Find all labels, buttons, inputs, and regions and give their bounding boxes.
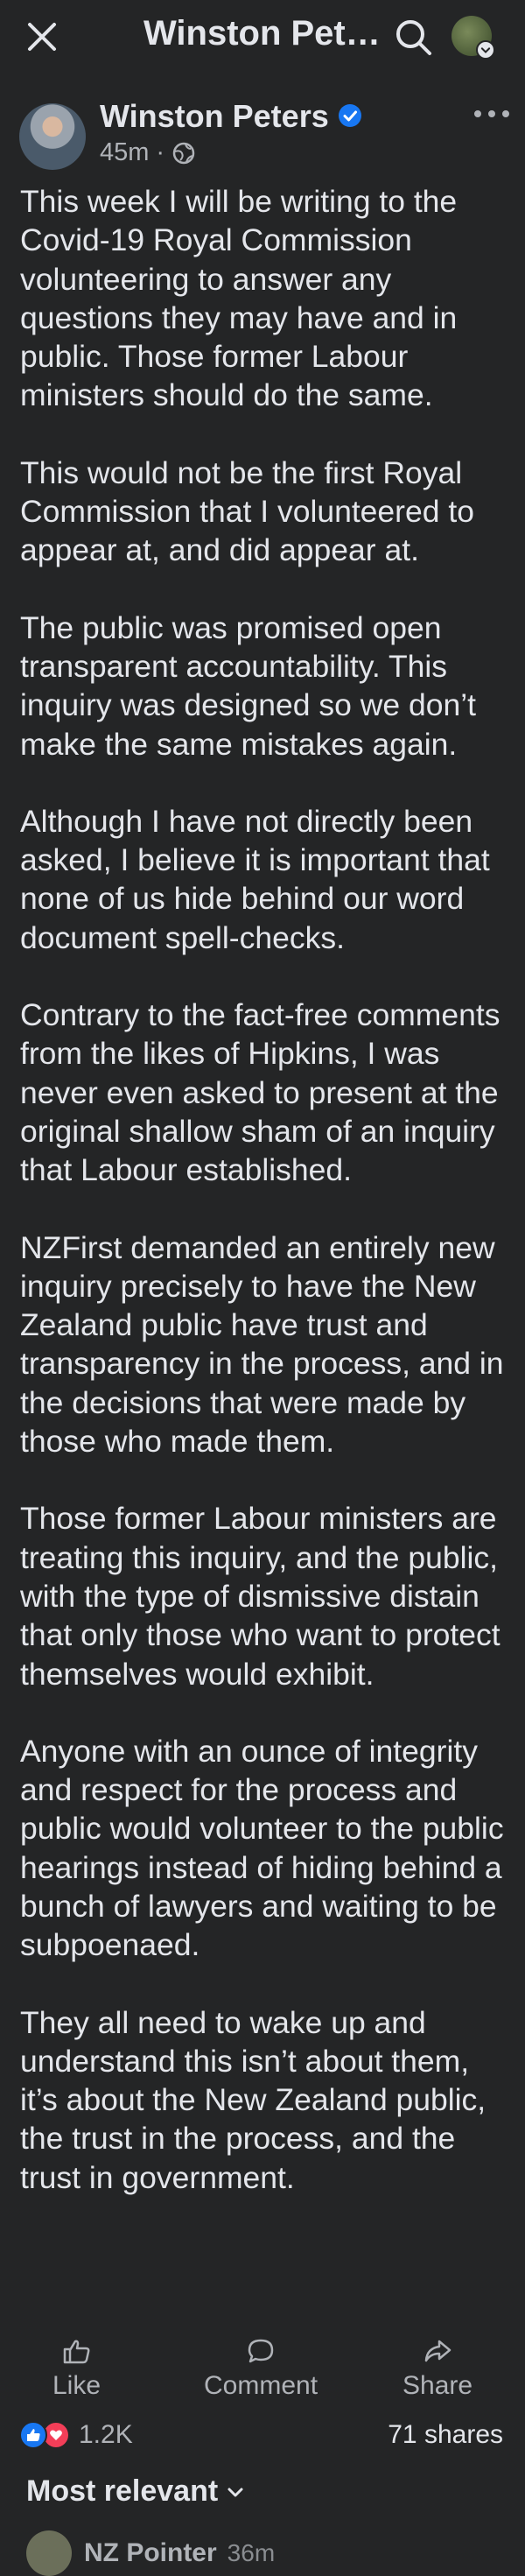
like-label: Like bbox=[52, 2371, 102, 2400]
post-paragraph: They all need to wake up and understand … bbox=[20, 2004, 486, 2195]
search-icon[interactable] bbox=[394, 18, 434, 58]
comment-button[interactable]: Comment bbox=[204, 2338, 318, 2401]
post-time[interactable]: 45m bbox=[100, 138, 149, 167]
post-paragraph: Although I have not directly been asked,… bbox=[20, 803, 490, 955]
like-button[interactable]: Like bbox=[52, 2338, 101, 2401]
commenter-name[interactable]: NZ Pointer bbox=[84, 2538, 217, 2568]
commenter-avatar[interactable] bbox=[26, 2530, 72, 2576]
comment-item: NZ Pointer 36m bbox=[26, 2530, 275, 2576]
post-body: This week I will be writing to the Covid… bbox=[20, 182, 510, 2235]
globe-icon bbox=[172, 142, 195, 164]
author-avatar[interactable] bbox=[19, 103, 86, 170]
comment-icon bbox=[248, 2339, 274, 2363]
post-paragraph: This week I will be writing to the Covid… bbox=[20, 184, 458, 413]
post-paragraph: NZFirst demanded an entirely new inquiry… bbox=[20, 1229, 504, 1460]
post-header: Winston Peters 45m · bbox=[0, 86, 525, 182]
chevron-down-icon bbox=[228, 2488, 243, 2496]
post-paragraph: The public was promised open transparent… bbox=[20, 609, 476, 762]
share-icon bbox=[424, 2340, 452, 2362]
thumbs-up-icon bbox=[63, 2340, 89, 2364]
meta-separator: · bbox=[156, 138, 165, 166]
more-options-icon[interactable] bbox=[472, 103, 511, 124]
page-title: Winston Pet… bbox=[144, 14, 381, 53]
sort-label: Most relevant bbox=[26, 2474, 219, 2508]
post-paragraph: Anyone with an ounce of integrity and re… bbox=[20, 1733, 504, 1963]
close-icon[interactable] bbox=[24, 19, 60, 54]
post-paragraph: Those former Labour ministers are treati… bbox=[20, 1501, 500, 1692]
post-paragraph: Contrary to the fact-free comments from … bbox=[20, 997, 500, 1188]
post-action-bar: Like Comment Share bbox=[0, 2331, 525, 2415]
comment-label: Comment bbox=[204, 2371, 318, 2400]
reactions-summary[interactable]: 1.2K bbox=[19, 2420, 133, 2450]
comment-sort-dropdown[interactable]: Most relevant bbox=[26, 2474, 246, 2509]
post-paragraph: This would not be the first Royal Commis… bbox=[20, 454, 474, 568]
top-bar: Winston Pet… bbox=[0, 0, 525, 72]
author-name[interactable]: Winston Peters bbox=[100, 98, 329, 135]
reaction-count: 1.2K bbox=[79, 2420, 133, 2449]
verified-badge-icon bbox=[339, 104, 361, 127]
share-count[interactable]: 71 shares bbox=[388, 2420, 503, 2450]
post-meta: 45m · bbox=[100, 138, 196, 167]
chevron-down-icon[interactable] bbox=[476, 40, 495, 60]
share-label: Share bbox=[402, 2371, 473, 2400]
like-reaction-icon bbox=[19, 2421, 47, 2449]
comment-time: 36m bbox=[227, 2539, 276, 2566]
share-button[interactable]: Share bbox=[402, 2338, 472, 2401]
